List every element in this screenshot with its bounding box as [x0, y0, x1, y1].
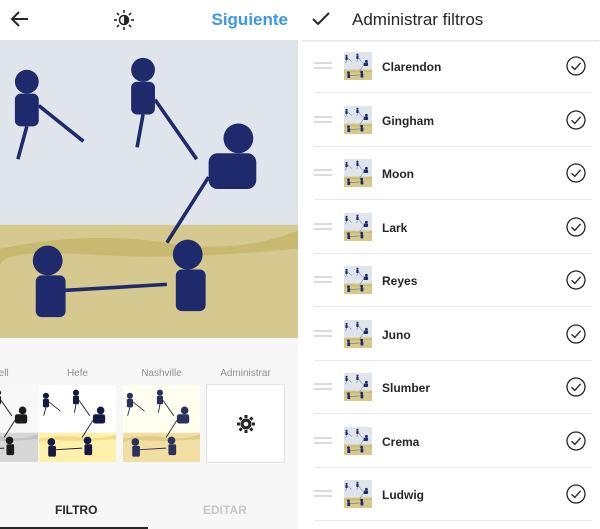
editor-tabs: FILTRO EDITAR — [0, 492, 298, 529]
check-circle-icon[interactable] — [566, 109, 586, 130]
back-arrow-icon[interactable] — [10, 8, 30, 30]
filter-row-juno[interactable]: Juno — [302, 308, 600, 361]
filter-thumbnail — [344, 106, 372, 134]
filter-thumbnail — [344, 159, 372, 187]
check-circle-icon[interactable] — [566, 270, 586, 290]
manage-header: Administrar filtros — [302, 0, 600, 40]
gear-icon — [237, 415, 255, 433]
filter-row-slumber[interactable]: Slumber — [302, 361, 600, 414]
filter-row-clarendon[interactable]: Clarendon — [302, 40, 600, 93]
tab-filter[interactable]: FILTRO — [55, 503, 97, 517]
drag-handle-icon[interactable] — [314, 490, 332, 500]
row-divider — [314, 520, 592, 521]
filter-strip[interactable]: ...ell Hefe Nashville Administrar — [0, 352, 298, 464]
filter-row-lark[interactable]: Lark — [302, 201, 600, 254]
filter-thumbnail — [39, 385, 116, 462]
filter-label: Administrar — [220, 368, 271, 379]
filter-row-moon[interactable]: Moon — [302, 147, 600, 200]
check-circle-icon[interactable] — [566, 216, 586, 237]
filter-name: Slumber — [382, 381, 431, 395]
filter-thumbnail — [0, 385, 38, 462]
filter-thumbnail — [344, 480, 372, 508]
check-circle-icon[interactable] — [566, 377, 586, 397]
filter-name: Moon — [382, 167, 414, 181]
drag-handle-icon[interactable] — [314, 115, 332, 126]
filter-name: Clarendon — [382, 60, 442, 74]
drag-handle-icon[interactable] — [314, 222, 332, 233]
page-title: Administrar filtros — [352, 10, 484, 29]
filter-name: Ludwig — [382, 488, 424, 502]
drag-handle-icon[interactable] — [314, 329, 332, 340]
filter-row-ludwig[interactable]: Ludwig — [302, 468, 600, 521]
filter-thumbnail — [344, 52, 372, 80]
filter-name: Lark — [382, 220, 408, 235]
checkmark-icon[interactable] — [312, 11, 330, 27]
filter-editor-screen: Siguiente ...ell Hefe Nashville Administ… — [0, 0, 298, 529]
drag-handle-icon[interactable] — [314, 62, 332, 72]
filter-thumbnail — [344, 373, 372, 401]
filter-row-reyes[interactable]: Reyes — [302, 254, 600, 307]
drag-handle-icon[interactable] — [314, 436, 332, 447]
filter-label: ...ell — [0, 368, 9, 379]
manage-filters-button[interactable] — [207, 385, 284, 462]
filter-row-gingham[interactable]: Gingham — [302, 94, 600, 147]
filter-thumbnail — [344, 320, 372, 348]
check-circle-icon[interactable] — [566, 56, 586, 76]
check-circle-icon[interactable] — [566, 484, 586, 504]
filter-thumbnail — [344, 213, 372, 241]
drag-handle-icon[interactable] — [314, 169, 332, 179]
filter-label: Hefe — [66, 368, 89, 379]
photo-preview — [0, 40, 298, 338]
filter-name: Reyes — [382, 274, 418, 288]
manage-filters-screen: Administrar filtros Clarendon Gingham Moon… — [302, 0, 600, 529]
check-circle-icon[interactable] — [566, 323, 586, 344]
filter-thumbnail — [344, 427, 372, 455]
filter-thumbnail — [344, 266, 372, 294]
brightness-icon[interactable] — [113, 9, 135, 31]
check-circle-icon[interactable] — [566, 163, 586, 183]
filter-name: Gingham — [382, 113, 435, 128]
next-button[interactable]: Siguiente — [211, 10, 288, 30]
filter-name: Crema — [382, 434, 420, 449]
filter-thumbnail — [123, 385, 200, 462]
filter-row-crema[interactable]: Crema — [302, 415, 600, 468]
drag-handle-icon[interactable] — [314, 383, 332, 393]
filter-name: Juno — [382, 327, 411, 342]
editor-header: Siguiente — [0, 0, 298, 40]
filter-label: Nashville — [141, 368, 182, 379]
drag-handle-icon[interactable] — [314, 276, 332, 286]
tab-edit[interactable]: EDITAR — [203, 503, 247, 517]
check-circle-icon[interactable] — [566, 430, 586, 451]
